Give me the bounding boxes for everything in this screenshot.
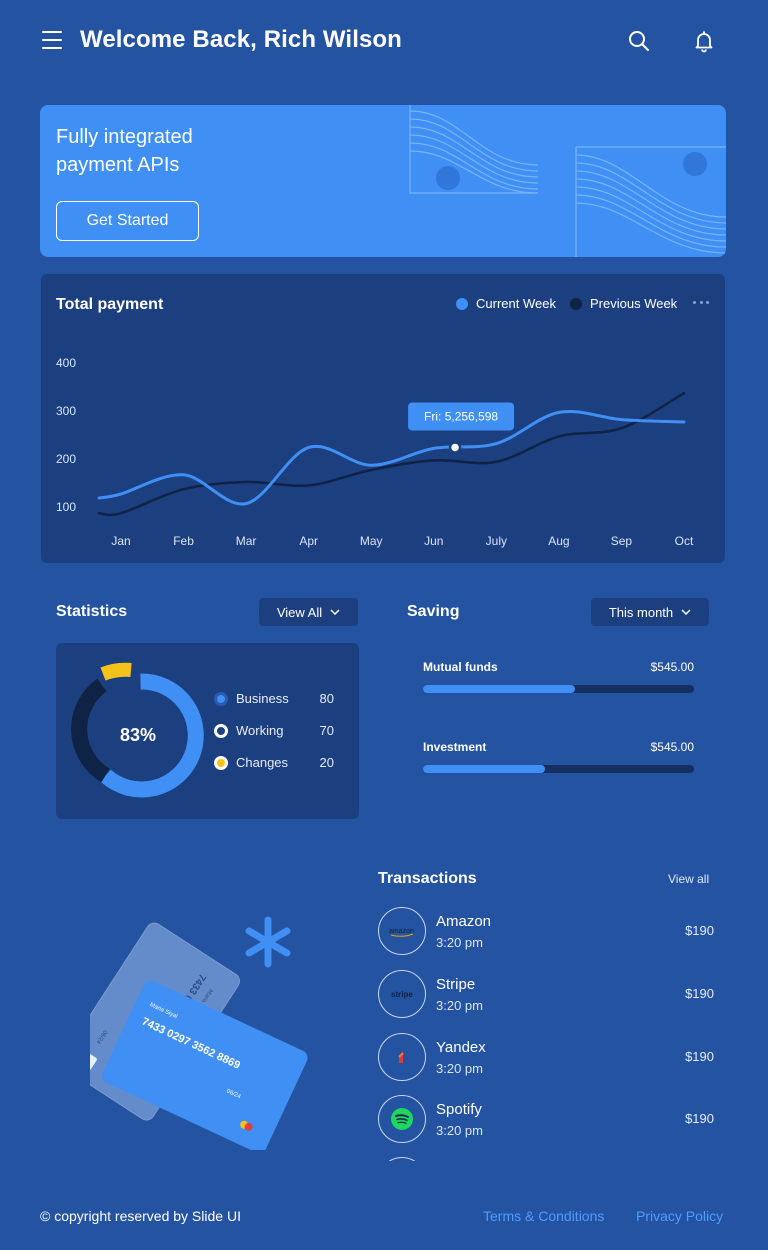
- transaction-row-stripe[interactable]: stripe Stripe 3:20 pm $190: [378, 970, 714, 1018]
- transaction-time: 3:20 pm: [436, 1061, 483, 1076]
- get-started-button[interactable]: Get Started: [56, 201, 199, 241]
- x-tick-label: Apr: [299, 534, 318, 548]
- transaction-row-spotify[interactable]: Spotify 3:20 pm $190: [378, 1095, 714, 1143]
- chart-tooltip-label: Fri: 5,256,598: [424, 409, 498, 423]
- series-line-current-week: [97, 410, 686, 506]
- progress-fill: [423, 685, 575, 693]
- stripe-logo-icon: stripe: [378, 970, 426, 1018]
- working-dot-icon: [214, 723, 228, 738]
- dropdown-label: View All: [276, 604, 323, 620]
- transaction-time: 3:20 pm: [436, 1123, 483, 1138]
- x-tick-label: Sep: [611, 534, 633, 548]
- y-tick-label: 400: [56, 356, 76, 370]
- dropdown-label: This month: [608, 604, 674, 620]
- stat-item-changes: Changes 20: [214, 755, 334, 770]
- transaction-name: Amazon: [436, 913, 492, 930]
- bell-icon[interactable]: [692, 29, 716, 53]
- transaction-time: 3:20 pm: [436, 998, 483, 1013]
- progress-track: [423, 765, 694, 773]
- transaction-amount: $190: [685, 986, 714, 1001]
- x-tick-label: Oct: [675, 534, 694, 548]
- menu-icon[interactable]: [42, 31, 62, 49]
- transaction-time: 3:20 pm: [436, 935, 483, 950]
- x-tick-label: July: [486, 534, 507, 548]
- transaction-name: Stripe: [436, 976, 476, 993]
- y-tick-label: 300: [56, 404, 76, 418]
- transaction-name: Spotify: [436, 1101, 482, 1118]
- series-line-previous-week: [97, 391, 686, 517]
- saving-item-mutual-funds: Mutual funds $545.00: [423, 660, 694, 693]
- x-tick-label: Mar: [236, 534, 257, 548]
- transaction-name: Yandex: [436, 1039, 486, 1056]
- transaction-amount: $190: [685, 1111, 714, 1126]
- saving-title: Saving: [407, 603, 460, 620]
- search-icon[interactable]: [627, 29, 651, 53]
- svg-text:stripe: stripe: [391, 990, 413, 999]
- total-payment-card: Total payment Current Week Previous Week…: [41, 274, 725, 563]
- statistics-view-all-dropdown[interactable]: View All: [259, 598, 358, 626]
- saving-item-amount: $545.00: [650, 740, 694, 754]
- terms-link[interactable]: Terms & Conditions: [483, 1208, 604, 1224]
- footer-copyright: © copyright reserved by Slide UI: [40, 1208, 241, 1224]
- donut-center-value: 83%: [119, 725, 157, 745]
- yandex-logo-icon: [378, 1033, 426, 1081]
- y-tick-label: 200: [56, 452, 76, 466]
- transaction-amount: $190: [685, 1049, 714, 1064]
- page-title: Welcome Back, Rich Wilson: [80, 26, 402, 53]
- statistics-title: Statistics: [56, 603, 128, 620]
- privacy-link[interactable]: Privacy Policy: [636, 1208, 723, 1224]
- y-tick-label: 100: [56, 500, 76, 514]
- business-dot-icon: [214, 691, 228, 706]
- progress-fill: [423, 765, 545, 773]
- spotify-logo-icon: [378, 1095, 426, 1143]
- saving-item-investment: Investment $545.00: [423, 740, 694, 773]
- promo-banner: Fully integrated payment APIs Get Starte…: [40, 105, 726, 257]
- saving-item-label: Investment: [423, 740, 487, 754]
- saving-period-dropdown[interactable]: This month: [591, 598, 709, 626]
- transaction-row-partial: [378, 1157, 426, 1161]
- transaction-amount: $190: [685, 923, 714, 938]
- x-tick-label: Jan: [111, 534, 130, 548]
- x-tick-label: Aug: [548, 534, 569, 548]
- saving-item-amount: $545.00: [650, 660, 694, 674]
- payment-line-chart: 100 200 300 400 Jan Feb Mar Apr May Jun July Aug Sep…: [56, 356, 694, 548]
- asterisk-decoration: [245, 916, 291, 968]
- saving-item-label: Mutual funds: [423, 660, 498, 674]
- highlight-point[interactable]: [448, 441, 462, 454]
- x-tick-label: Jun: [424, 534, 443, 548]
- stat-item-working: Working 70: [214, 723, 334, 738]
- transactions-title: Transactions: [378, 870, 477, 887]
- transaction-row-amazon[interactable]: amazon Amazon 3:20 pm $190: [378, 907, 714, 955]
- chevron-down-icon: [681, 609, 691, 615]
- x-tick-label: May: [360, 534, 383, 548]
- chevron-down-icon: [330, 609, 340, 615]
- progress-track: [423, 685, 694, 693]
- x-tick-label: Feb: [173, 534, 194, 548]
- banner-title: Fully integrated payment APIs: [56, 126, 193, 176]
- svg-text:amazon: amazon: [389, 928, 414, 935]
- amazon-logo-icon: amazon: [378, 907, 426, 955]
- credit-cards-illustration: Maria Siyal 7433 0297 3562 8869 06/24 Ma…: [90, 916, 308, 1150]
- statistics-card: 83% Business 80 Working 70 Changes 20: [56, 643, 359, 819]
- transactions-view-all-link[interactable]: View all: [668, 872, 709, 886]
- changes-dot-icon: [214, 755, 228, 770]
- stat-item-business: Business 80: [214, 691, 334, 706]
- transaction-row-yandex[interactable]: Yandex 3:20 pm $190: [378, 1033, 714, 1081]
